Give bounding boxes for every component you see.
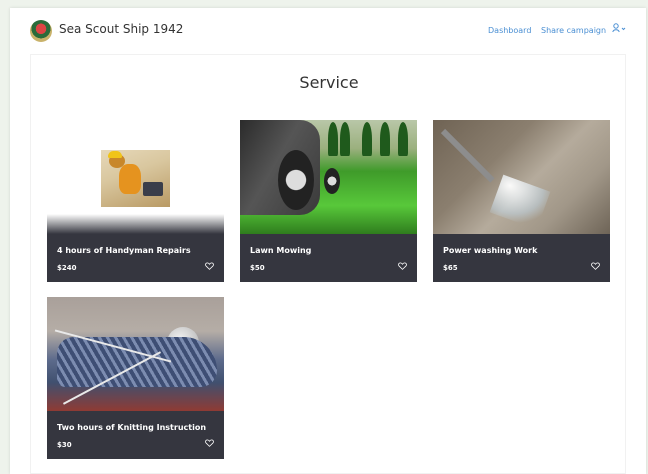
card-info: Power washing Work $65 bbox=[433, 234, 610, 282]
lawn-mower-image bbox=[240, 120, 417, 234]
card-info: Two hours of Knitting Instruction $30 bbox=[47, 411, 224, 459]
card-info: Lawn Mowing $50 bbox=[240, 234, 417, 282]
card-title[interactable]: Two hours of Knitting Instruction bbox=[57, 423, 206, 432]
heart-icon[interactable] bbox=[205, 439, 214, 450]
service-card-power-washing[interactable]: Power washing Work $65 bbox=[433, 120, 610, 282]
brand-name[interactable]: Sea Scout Ship 1942 bbox=[59, 22, 183, 36]
card-title[interactable]: 4 hours of Handyman Repairs bbox=[57, 246, 191, 255]
service-card-handyman[interactable]: 4 hours of Handyman Repairs $240 bbox=[47, 120, 224, 282]
app-frame: Sea Scout Ship 1942 Dashboard Share camp… bbox=[10, 8, 646, 474]
ship-logo[interactable] bbox=[30, 20, 52, 42]
top-navbar: Sea Scout Ship 1942 Dashboard Share camp… bbox=[10, 8, 646, 52]
power-washer-image bbox=[433, 120, 610, 234]
handyman-dog-image bbox=[47, 120, 224, 234]
user-menu[interactable] bbox=[612, 23, 626, 35]
card-title[interactable]: Power washing Work bbox=[443, 246, 537, 255]
service-card-lawn-mowing[interactable]: Lawn Mowing $50 bbox=[240, 120, 417, 282]
user-icon bbox=[612, 23, 626, 36]
card-price: $30 bbox=[57, 441, 72, 449]
heart-icon[interactable] bbox=[591, 262, 600, 273]
nav-dashboard-link[interactable]: Dashboard bbox=[488, 26, 531, 35]
card-price: $65 bbox=[443, 264, 458, 272]
card-price: $50 bbox=[250, 264, 265, 272]
knitting-image bbox=[47, 297, 224, 411]
card-info: 4 hours of Handyman Repairs $240 bbox=[47, 234, 224, 282]
card-price: $240 bbox=[57, 264, 77, 272]
heart-icon[interactable] bbox=[205, 262, 214, 273]
heart-icon[interactable] bbox=[398, 262, 407, 273]
service-section: Service 4 hours of Handyman Repairs $240 bbox=[30, 54, 626, 474]
page-title: Service bbox=[299, 73, 359, 92]
nav-share-campaign-link[interactable]: Share campaign bbox=[541, 26, 606, 35]
service-card-knitting[interactable]: Two hours of Knitting Instruction $30 bbox=[47, 297, 224, 459]
card-title[interactable]: Lawn Mowing bbox=[250, 246, 311, 255]
